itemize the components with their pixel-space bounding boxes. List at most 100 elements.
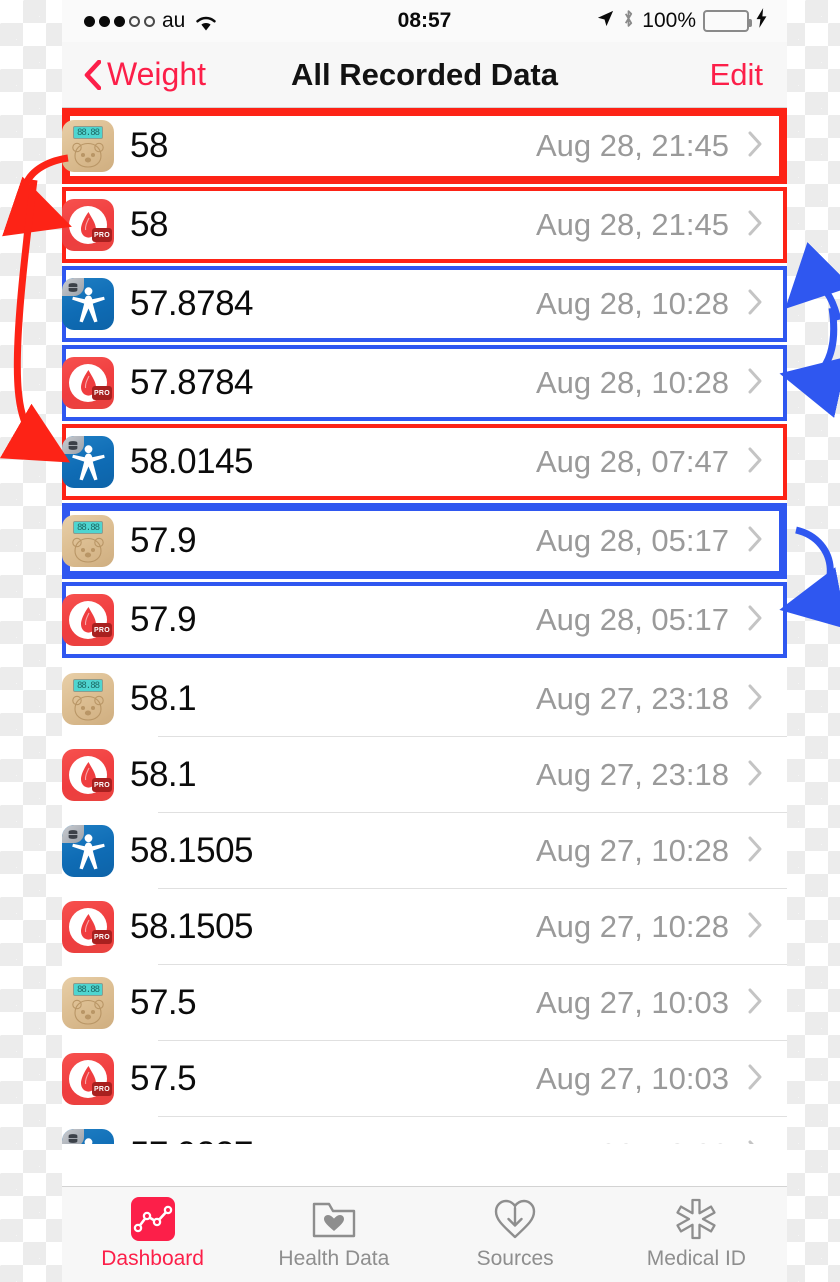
weight-value: 57.8784 [130, 363, 254, 402]
table-row[interactable]: 57.9237 Aug 26, 10:28 [62, 1117, 787, 1144]
smart-scale-app-icon: 88.88 [62, 515, 114, 567]
record-timestamp: Aug 27, 10:03 [535, 1061, 729, 1096]
record-timestamp: Aug 28, 05:17 [535, 523, 729, 558]
record-timestamp: Aug 28, 21:45 [535, 207, 729, 242]
weight-value: 58.1 [130, 755, 197, 794]
medical-star-icon [672, 1198, 720, 1240]
tab-sources[interactable]: Sources [425, 1187, 606, 1282]
jumping-figure-icon [71, 833, 106, 870]
navigation-bar: Weight All Recorded Data Edit [62, 42, 787, 108]
weight-value: 58 [130, 205, 168, 244]
tab-medical-id-label: Medical ID [646, 1247, 746, 1270]
recorded-data-list[interactable]: 88.88 58 Aug 28, 21:45 PRO 58 Aug 28, 21:45 57… [62, 108, 787, 1144]
smart-scale-app-icon: 88.88 [62, 977, 114, 1029]
tab-health-data-label: Health Data [278, 1247, 390, 1270]
table-row[interactable]: 58.0145 Aug 28, 07:47 [62, 424, 787, 500]
chevron-right-icon [747, 684, 763, 715]
table-row[interactable]: 88.88 58.1 Aug 27, 23:18 [62, 661, 787, 737]
chevron-right-icon [747, 605, 763, 636]
blood-drop-pro-app-icon: PRO [62, 749, 114, 801]
battery-percent-label: 100% [642, 9, 696, 32]
weight-value: 58.1 [130, 679, 197, 718]
scale-lcd-display: 88.88 [73, 983, 103, 996]
bear-face-outline-icon [71, 695, 105, 721]
status-bar-right: 100% [596, 8, 767, 35]
record-timestamp: Aug 28, 10:28 [535, 286, 729, 321]
myfitnesspal-app-icon [62, 436, 114, 488]
scale-lcd-display: 88.88 [73, 679, 103, 692]
heart-download-icon [491, 1198, 539, 1240]
bluetooth-icon [622, 8, 635, 35]
table-row[interactable]: 88.88 57.9 Aug 28, 05:17 [62, 503, 787, 579]
jumping-figure-icon [71, 1137, 106, 1144]
phone-screen: au 08:57 100% Weight All Recorded Data E… [62, 0, 787, 1282]
smart-scale-app-icon: 88.88 [62, 673, 114, 725]
edit-button[interactable]: Edit [710, 57, 763, 93]
blood-drop-pro-app-icon: PRO [62, 901, 114, 953]
weight-value: 57.5 [130, 983, 197, 1022]
pro-badge: PRO [92, 1082, 112, 1096]
chevron-right-icon [747, 1140, 763, 1144]
tab-dashboard[interactable]: Dashboard [62, 1187, 243, 1282]
myfitnesspal-app-icon [62, 825, 114, 877]
tab-bar: Dashboard Health Data Sources Medical ID [62, 1186, 787, 1282]
red-arrow-row1-to-row5 [0, 179, 71, 463]
battery-icon [703, 10, 752, 32]
weight-value: 57.8784 [130, 284, 254, 323]
record-timestamp: Aug 26, 10:28 [536, 1137, 729, 1144]
record-timestamp: Aug 27, 10:28 [535, 833, 729, 868]
table-row[interactable]: PRO 57.5 Aug 27, 10:03 [62, 1041, 787, 1117]
table-row[interactable]: 58.1505 Aug 27, 10:28 [62, 813, 787, 889]
myfitnesspal-app-icon [62, 278, 114, 330]
table-row[interactable]: PRO 58 Aug 28, 21:45 [62, 187, 787, 263]
tab-medical-id[interactable]: Medical ID [606, 1187, 787, 1282]
tab-dashboard-label: Dashboard [101, 1247, 204, 1270]
chevron-right-icon [747, 447, 763, 478]
table-row[interactable]: PRO 57.9 Aug 28, 05:17 [62, 582, 787, 658]
record-timestamp: Aug 27, 23:18 [535, 681, 729, 716]
weight-value: 58 [130, 126, 168, 165]
chevron-right-icon [747, 526, 763, 557]
weight-value: 57.9 [130, 521, 197, 560]
blood-drop-pro-app-icon: PRO [62, 594, 114, 646]
blood-drop-pro-app-icon: PRO [62, 357, 114, 409]
smart-scale-app-icon: 88.88 [62, 120, 114, 172]
chevron-right-icon [747, 836, 763, 867]
tab-sources-label: Sources [476, 1247, 554, 1270]
bear-face-outline-icon [71, 999, 105, 1025]
table-row[interactable]: 57.8784 Aug 28, 10:28 [62, 266, 787, 342]
table-row[interactable]: 88.88 58 Aug 28, 21:45 [62, 108, 787, 184]
table-row[interactable]: PRO 58.1 Aug 27, 23:18 [62, 737, 787, 813]
table-row[interactable]: PRO 57.8784 Aug 28, 10:28 [62, 345, 787, 421]
pro-badge: PRO [92, 930, 112, 944]
bear-face-outline-icon [71, 537, 105, 563]
table-row[interactable]: PRO 58.1505 Aug 27, 10:28 [62, 889, 787, 965]
blue-arrow-to-row3 [785, 242, 840, 321]
weight-value: 57.9237 [130, 1135, 254, 1144]
record-timestamp: Aug 27, 10:03 [535, 985, 729, 1020]
bear-face-outline-icon [71, 142, 105, 168]
blue-arrow-row6-to-row7 [779, 526, 840, 630]
table-row[interactable]: 88.88 57.5 Aug 27, 10:03 [62, 965, 787, 1041]
charging-bolt-icon [756, 8, 767, 34]
scale-lcd-display: 88.88 [73, 521, 103, 534]
chevron-right-icon [747, 368, 763, 399]
blue-arrow-to-row4 [779, 307, 840, 418]
weight-value: 58.1505 [130, 831, 254, 870]
blood-drop-pro-app-icon: PRO [62, 199, 114, 251]
record-timestamp: Aug 28, 05:17 [535, 602, 729, 637]
record-timestamp: Aug 28, 10:28 [535, 365, 729, 400]
chevron-right-icon [747, 210, 763, 241]
chevron-right-icon [747, 988, 763, 1019]
chevron-right-icon [747, 289, 763, 320]
chevron-right-icon [747, 131, 763, 162]
jumping-figure-icon [71, 286, 106, 323]
page-title: All Recorded Data [290, 56, 558, 92]
pro-badge: PRO [92, 386, 112, 400]
tab-health-data[interactable]: Health Data [243, 1187, 424, 1282]
myfitnesspal-app-icon [62, 1129, 114, 1144]
record-timestamp: Aug 28, 21:45 [535, 128, 729, 163]
blood-drop-pro-app-icon: PRO [62, 1053, 114, 1105]
dashboard-chart-icon [129, 1197, 177, 1241]
record-timestamp: Aug 27, 10:28 [535, 909, 729, 944]
